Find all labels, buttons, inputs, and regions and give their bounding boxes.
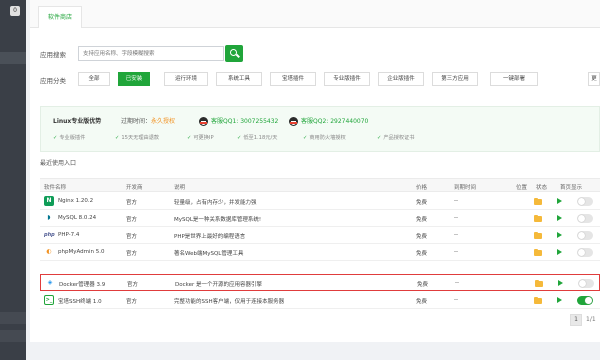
play-icon[interactable]: [557, 297, 562, 303]
search-input[interactable]: [78, 46, 224, 61]
sidebar-item[interactable]: [0, 52, 26, 64]
col-location: 位置: [516, 185, 528, 191]
table-row[interactable]: ◗ MySQL 8.0.24 官方 MySQL是一种关系数据库管理系统! 免费 …: [40, 210, 600, 227]
tab-bar: 软件商店: [30, 0, 600, 28]
pro-advantages-banner: Linux专业版优势 过期时间： 永久授权 客服QQ1: 3007255432 …: [40, 106, 600, 152]
category-pro-plugins[interactable]: 专业版插件: [324, 72, 370, 86]
bottom-strip: [30, 342, 600, 360]
feature-item: ✓ 低至1.18元/天: [237, 135, 278, 141]
category-label: 应用分类: [40, 77, 66, 85]
feature-item: ✓ 可更换IP: [187, 135, 214, 141]
page-count: 1/1: [586, 316, 596, 323]
search-label: 应用搜索: [40, 51, 66, 59]
tab-software-store[interactable]: 软件商店: [38, 6, 82, 28]
terminal-icon: >_: [44, 295, 54, 305]
homepage-toggle[interactable]: [577, 248, 593, 257]
col-expire: 到期时间: [454, 185, 477, 191]
search-button[interactable]: [225, 45, 243, 62]
table-row[interactable]: >_ 宝塔SSH终端 1.0 官方 完整功能的SSH客户端，仅用于连接本服务器 …: [40, 292, 600, 309]
category-runtime[interactable]: 运行环境: [164, 72, 208, 86]
play-icon[interactable]: [557, 198, 562, 204]
sidebar-item[interactable]: [0, 312, 26, 324]
php-icon: php: [44, 232, 55, 238]
feature-item: ✓ 专业版插件: [53, 135, 86, 141]
feature-item: ✓ 产品授权证书: [377, 135, 415, 141]
category-enterprise-plugins[interactable]: 企业版插件: [378, 72, 424, 86]
folder-icon[interactable]: [534, 197, 542, 205]
homepage-toggle[interactable]: [577, 231, 593, 240]
folder-icon[interactable]: [534, 248, 542, 256]
table-row[interactable]: ◐ phpMyAdmin 5.0 官方 著名Web端MySQL管理工具 免费 -…: [40, 244, 600, 261]
recent-entry-label: 最近使用入口: [40, 160, 77, 167]
feature-item: ✓ 15天无理由退款: [115, 135, 160, 141]
play-icon[interactable]: [557, 215, 562, 221]
software-store-panel: 软件商店 应用搜索 应用分类 全部 已安装 运行环境 系统工具 宝塔插件 专业版…: [30, 0, 600, 360]
check-icon: ✓: [53, 135, 58, 141]
table-header: 软件名称 开发商 说明 价格 到期时间 位置 状态 首页显示: [40, 178, 600, 192]
phpmyadmin-icon: ◐: [46, 248, 52, 255]
qq2-link[interactable]: 客服QQ2: 2927440070: [301, 116, 368, 125]
col-desc: 说明: [174, 185, 186, 191]
nginx-icon: N: [44, 196, 54, 206]
qq-icon: [289, 117, 298, 126]
col-name: 软件名称: [44, 185, 67, 191]
homepage-toggle[interactable]: [577, 214, 593, 223]
table-row[interactable]: N Nginx 1.20.2 官方 轻量级，占有内存少，并发能力强 免费 --: [40, 193, 600, 210]
table-row-highlighted[interactable]: ◈ Docker管理器 3.9 官方 Docker 是一个开源的应用容器引擎 免…: [40, 274, 600, 291]
category-all[interactable]: 全部: [78, 72, 110, 86]
category-system-tools[interactable]: 系统工具: [216, 72, 262, 86]
notification-badge[interactable]: 0: [10, 6, 20, 16]
qq-icon: [199, 117, 208, 126]
check-icon: ✓: [115, 135, 120, 141]
pagination: 1 1/1: [570, 314, 600, 328]
check-icon: ✓: [187, 135, 192, 141]
homepage-toggle[interactable]: [578, 279, 594, 288]
homepage-toggle[interactable]: [577, 197, 593, 206]
mysql-icon: ◗: [47, 214, 51, 221]
folder-icon[interactable]: [534, 214, 542, 222]
category-one-click-deploy[interactable]: 一键部署: [490, 72, 538, 86]
qq1-link[interactable]: 客服QQ1: 3007255432: [211, 116, 278, 125]
folder-icon[interactable]: [535, 279, 543, 287]
sidebar-item[interactable]: [0, 330, 26, 342]
check-icon: ✓: [303, 135, 308, 141]
homepage-toggle[interactable]: [577, 296, 593, 305]
promo-title: Linux专业版优势: [53, 118, 102, 125]
feature-item: ✓ 商用防火墙授权: [303, 135, 346, 141]
play-icon[interactable]: [558, 280, 563, 286]
category-bt-plugins[interactable]: 宝塔插件: [270, 72, 316, 86]
play-icon[interactable]: [557, 232, 562, 238]
folder-icon[interactable]: [534, 231, 542, 239]
col-vendor: 开发商: [126, 185, 143, 191]
check-icon: ✓: [237, 135, 242, 141]
category-more[interactable]: 更: [588, 72, 600, 86]
check-icon: ✓: [377, 135, 382, 141]
col-homepage: 首页显示: [560, 185, 583, 191]
category-third-party[interactable]: 第三方应用: [432, 72, 478, 86]
page-button[interactable]: 1: [570, 314, 582, 326]
expire-label: 过期时间：: [121, 118, 152, 125]
table-row[interactable]: php PHP-7.4 官方 PHP是世界上最好的编程语言 免费 --: [40, 227, 600, 244]
category-installed[interactable]: 已安装: [118, 72, 150, 86]
docker-icon: ◈: [47, 279, 53, 286]
col-status: 状态: [536, 185, 548, 191]
left-sidebar: 0: [0, 0, 26, 360]
col-price: 价格: [416, 185, 428, 191]
folder-icon[interactable]: [534, 296, 542, 304]
expire-value: 永久授权: [151, 118, 176, 125]
play-icon[interactable]: [557, 249, 562, 255]
